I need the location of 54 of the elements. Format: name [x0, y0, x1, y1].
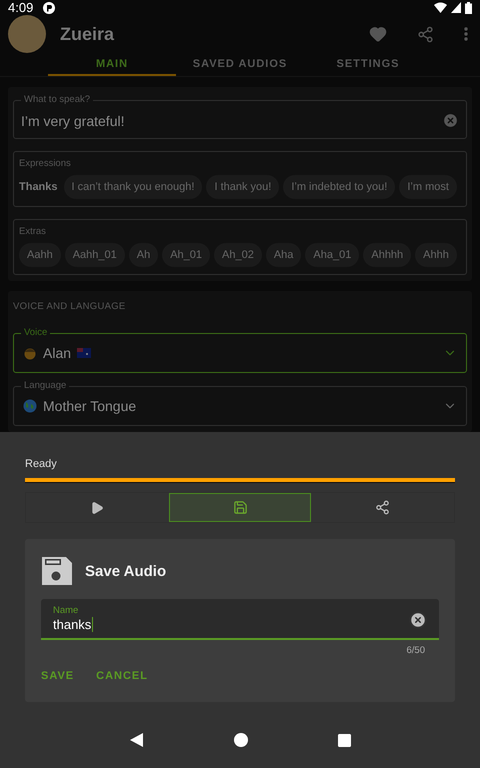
field-value: Alan: [43, 345, 72, 361]
extra-chip[interactable]: Ah_02: [214, 243, 262, 267]
share-icon: [417, 26, 434, 42]
field-value: thanks: [53, 617, 94, 632]
field-value: Mother Tongue: [43, 398, 136, 414]
save-icon: [232, 500, 248, 515]
save-button[interactable]: [168, 493, 312, 522]
play-icon: [90, 500, 104, 514]
section-caption: Expressions: [19, 158, 72, 169]
dialog-button[interactable]: CANCEL: [96, 670, 148, 682]
dialog-button[interactable]: SAVE: [41, 670, 74, 682]
extra-chip[interactable]: Aahh: [19, 243, 61, 267]
section-title: VOICE AND LANGUAGE: [13, 300, 127, 314]
field-label: What to speak?: [21, 93, 94, 107]
field-label: Language: [21, 379, 70, 393]
home-icon[interactable]: [234, 733, 248, 747]
dropdown-field[interactable]: Voice Alan: [13, 326, 467, 373]
wifi-icon: [434, 2, 447, 13]
expression-chip[interactable]: I’m most: [399, 175, 457, 199]
app-title: Zueira: [60, 24, 116, 44]
share-icon: [375, 500, 390, 515]
tab[interactable]: MAIN: [48, 53, 176, 76]
status-time: 4:09: [8, 0, 34, 15]
menu-icon: [464, 27, 468, 41]
extra-chip[interactable]: Aha_01: [305, 243, 360, 267]
category-label: Thanks: [19, 181, 58, 193]
extra-chip[interactable]: Aahh_01: [64, 243, 125, 267]
extra-chip[interactable]: Ahhh: [415, 243, 457, 267]
flag-icon: [77, 348, 92, 358]
character-counter: 6/50: [406, 645, 425, 656]
speak-field[interactable]: I’m very grateful!: [21, 112, 124, 128]
expression-chip[interactable]: I thank you!: [206, 175, 280, 199]
globe-icon: [23, 399, 37, 413]
back-icon[interactable]: [130, 733, 144, 747]
dropdown-field[interactable]: Language Mother Tongue: [13, 379, 467, 426]
expression-chip[interactable]: I’m indebted to you!: [283, 175, 396, 199]
dialog-title: Save Audio: [85, 562, 166, 580]
tab[interactable]: SAVED AUDIOS: [176, 53, 304, 76]
battery-icon: [465, 2, 472, 14]
name-field[interactable]: Name thanks: [41, 599, 439, 640]
section-caption: Extras: [19, 226, 47, 237]
status-text: Ready: [25, 458, 58, 470]
extra-chip[interactable]: Ahhhh: [363, 243, 412, 267]
recents-icon[interactable]: [338, 734, 350, 746]
heart-icon: [369, 25, 387, 43]
tab[interactable]: SETTINGS: [304, 53, 432, 76]
field-label: Name: [53, 605, 80, 616]
expression-chip[interactable]: I can’t thank you enough!: [64, 175, 202, 199]
extra-chip[interactable]: Aha: [266, 243, 302, 267]
avatar-icon: [8, 15, 46, 53]
extra-chip[interactable]: Ah: [128, 243, 158, 267]
extra-chip[interactable]: Ah_01: [162, 243, 210, 267]
signal-icon: [451, 2, 461, 13]
clear-icon[interactable]: [409, 610, 427, 628]
